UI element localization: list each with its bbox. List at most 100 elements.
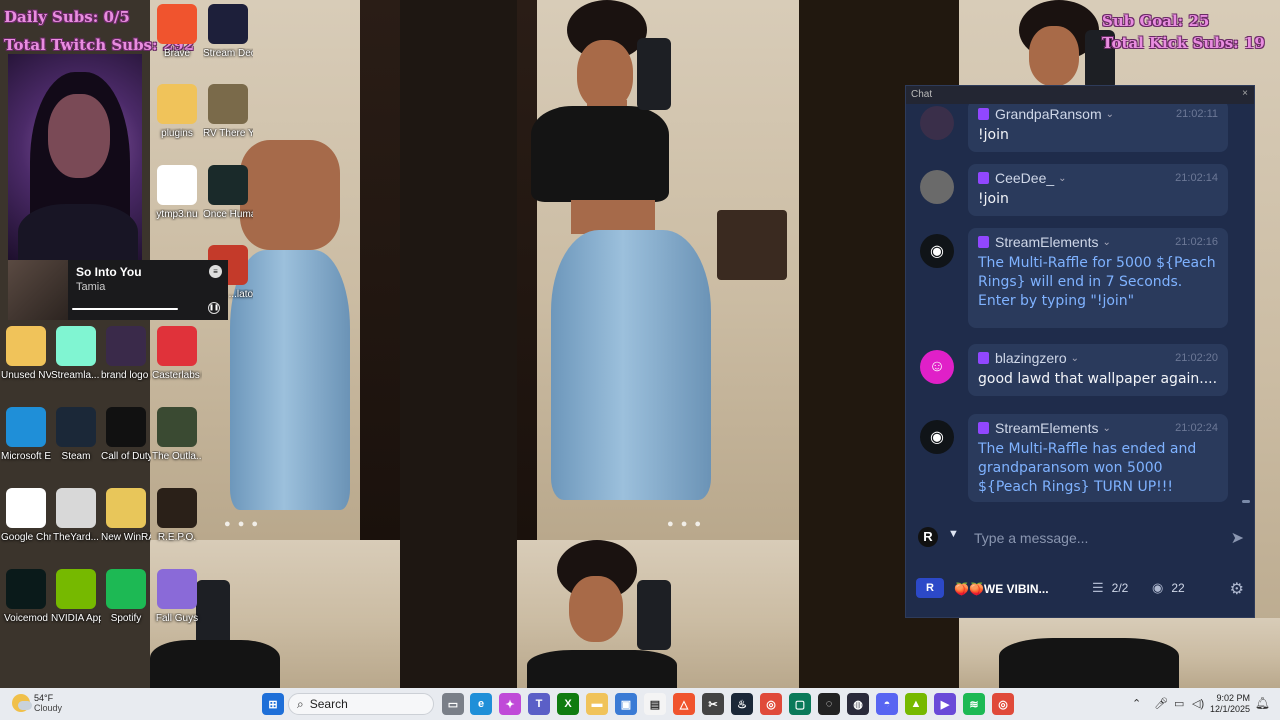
windows-start-icon[interactable]: ⊞ — [262, 693, 284, 715]
desktop-icon[interactable]: Spotify — [101, 569, 151, 625]
capture-icon[interactable]: ✂ — [702, 693, 724, 715]
gear-icon[interactable]: ⚙ — [1230, 579, 1244, 599]
desktop-icon[interactable]: brand logo 2 — [101, 326, 151, 382]
close-icon[interactable]: × — [1242, 88, 1248, 99]
chevron-down-icon[interactable]: ⌄ — [1058, 173, 1066, 184]
chat-message-list[interactable]: GrandpaRansom ⌄ 21:02:11 !join CeeDee_ ⌄ 21:02… — [906, 104, 1254, 516]
streamelements-icon[interactable]: ◉ — [920, 234, 954, 268]
nvidia-taskbar-icon[interactable]: ▲ — [905, 693, 927, 715]
chat-username[interactable]: blazingzero — [995, 350, 1067, 366]
spotify-icon[interactable]: ≡ — [209, 265, 222, 278]
chat-message-text: !join — [978, 127, 1009, 143]
desktop-icon[interactable]: Google Chrome — [1, 488, 51, 544]
taskbar-clock[interactable]: 9:02 PM 12/1/2025 — [1210, 693, 1250, 715]
spotify-now-playing-widget[interactable]: So Into You Tamia ≡ ❚❚ — [8, 260, 228, 320]
desktop-icon[interactable]: Casterlabs Caffeina... — [152, 326, 202, 382]
spotify-icon — [106, 569, 146, 609]
desktop-icon[interactable]: Voicemod — [1, 569, 51, 625]
chrome-profile-icon[interactable]: ◎ — [992, 693, 1014, 715]
stream-deck-icon — [208, 4, 248, 44]
viewers-stat[interactable]: ◉ 22 — [1152, 580, 1185, 596]
desktop-icon-label: Unused NVE gr... — [1, 370, 51, 381]
desktop-icon[interactable]: The Outla... — [152, 407, 202, 463]
chevron-down-icon[interactable]: ⌄ — [1106, 109, 1114, 120]
slots-count: 2/2 — [1111, 581, 1129, 595]
desktop-icon[interactable]: New WinRAR ... — [101, 488, 151, 544]
desktop-icon[interactable]: Call of Duty® — [101, 407, 151, 463]
weather-widget[interactable]: 54°F Cloudy — [12, 693, 62, 713]
webcam-overlay — [8, 54, 142, 260]
desktop-icon[interactable]: Stream Deck — [203, 4, 253, 60]
stream-title[interactable]: 🍑🍑WE VIBIN... — [954, 582, 1049, 596]
notification-icon[interactable]: 🔔︎ — [1255, 696, 1270, 710]
desktop-icon[interactable]: RV There Yet — [203, 84, 253, 140]
person-photo-icon[interactable] — [920, 170, 954, 204]
chat-scrollbar[interactable] — [1242, 500, 1250, 503]
streamelements-icon[interactable]: ◉ — [920, 420, 954, 454]
desktop-icon[interactable]: Unused NVE gr... — [1, 326, 51, 382]
masked-face-icon[interactable] — [920, 106, 954, 140]
volume-icon[interactable]: ◁) — [1192, 697, 1204, 710]
desktop-icon-label: Microsoft Edge — [1, 451, 51, 462]
chat-username[interactable]: CeeDee_ — [995, 170, 1054, 186]
xbox-icon[interactable]: X — [557, 693, 579, 715]
playback-progress-bar[interactable] — [72, 308, 178, 310]
chevron-down-icon[interactable]: ⌄ — [1071, 353, 1079, 364]
chat-username[interactable]: StreamElements — [995, 234, 1098, 250]
taskbar-search[interactable]: ⌕ Search — [288, 693, 434, 715]
desktop-icon[interactable]: Once Human — [203, 165, 253, 221]
streamlabs-taskbar-icon[interactable]: ▢ — [789, 693, 811, 715]
game-bar-icon[interactable]: ◍ — [847, 693, 869, 715]
desktop-icon[interactable]: Fall Guys — [152, 569, 202, 625]
steam-taskbar-icon[interactable]: ♨ — [731, 693, 753, 715]
chat-username[interactable]: StreamElements — [995, 420, 1098, 436]
send-icon[interactable]: ➤ — [1231, 528, 1244, 548]
edge-icon[interactable]: e — [470, 693, 492, 715]
pause-icon[interactable]: ❚❚ — [208, 302, 220, 314]
desktop-icon-label: Brave — [163, 48, 191, 59]
chevron-down-icon[interactable]: ▼ — [948, 528, 959, 540]
chat-message-input[interactable] — [974, 524, 1214, 552]
chat-timestamp: 21:02:14 — [1175, 172, 1218, 184]
chat-message-text: good lawd that wallpaper again.... — [978, 371, 1218, 387]
desktop-icon[interactable]: Microsoft Edge — [1, 407, 51, 463]
desktop-icon[interactable]: Brave — [152, 4, 202, 60]
desktop-icon[interactable]: TheYard... — [51, 488, 101, 544]
desktop-icon[interactable]: plugins — [152, 84, 202, 140]
steam-icon — [56, 407, 96, 447]
spotify-taskbar-icon[interactable]: ≋ — [963, 693, 985, 715]
desktop-icon[interactable]: Streamla... Desktop — [51, 326, 101, 382]
desktop-icon[interactable]: R.E.P.O. — [152, 488, 202, 544]
the-yard-icon — [56, 488, 96, 528]
network-icon[interactable]: ▭ — [1174, 697, 1184, 710]
chevron-down-icon[interactable]: ⌄ — [1102, 237, 1110, 248]
desktop-icon-label: New WinRAR ... — [101, 532, 151, 543]
user-icon[interactable]: ☺ — [920, 350, 954, 384]
chat-username[interactable]: GrandpaRansom — [995, 106, 1102, 122]
discord-icon[interactable]: ◓ — [876, 693, 898, 715]
daily-subs-counter: Daily Subs: 0/5 — [4, 8, 130, 26]
teams-icon[interactable]: T — [528, 693, 550, 715]
file-explorer-icon[interactable]: ▬ — [586, 693, 608, 715]
microphone-icon[interactable]: 🎤︎ — [1154, 697, 1168, 710]
desktop-icon-label: Once Human — [203, 209, 253, 220]
store-icon[interactable]: ▣ — [615, 693, 637, 715]
chevron-down-icon[interactable]: ⌄ — [1102, 423, 1110, 434]
notepad-icon[interactable]: ▤ — [644, 693, 666, 715]
slots-stat[interactable]: ☰ 2/2 — [1092, 580, 1128, 596]
twitch-badge-icon — [978, 422, 989, 434]
chevron-up-icon[interactable]: ⌃ — [1132, 697, 1141, 710]
account-avatar[interactable]: R — [918, 527, 938, 547]
chrome-taskbar-icon[interactable]: ◎ — [760, 693, 782, 715]
album-art — [8, 260, 68, 320]
media-player-icon[interactable]: ▶ — [934, 693, 956, 715]
copilot-icon[interactable]: ✦ — [499, 693, 521, 715]
desktop-icon[interactable]: ytmp3.nu — [152, 165, 202, 221]
obs-icon[interactable]: ◌ — [818, 693, 840, 715]
desktop-icon[interactable]: Steam — [51, 407, 101, 463]
stack-icon: ☰ — [1092, 580, 1104, 595]
brave-taskbar-icon[interactable]: △ — [673, 693, 695, 715]
task-view-icon[interactable]: ▭ — [442, 693, 464, 715]
desktop-icon[interactable]: NVIDIA App — [51, 569, 101, 625]
chat-message-text: !join — [978, 191, 1009, 207]
